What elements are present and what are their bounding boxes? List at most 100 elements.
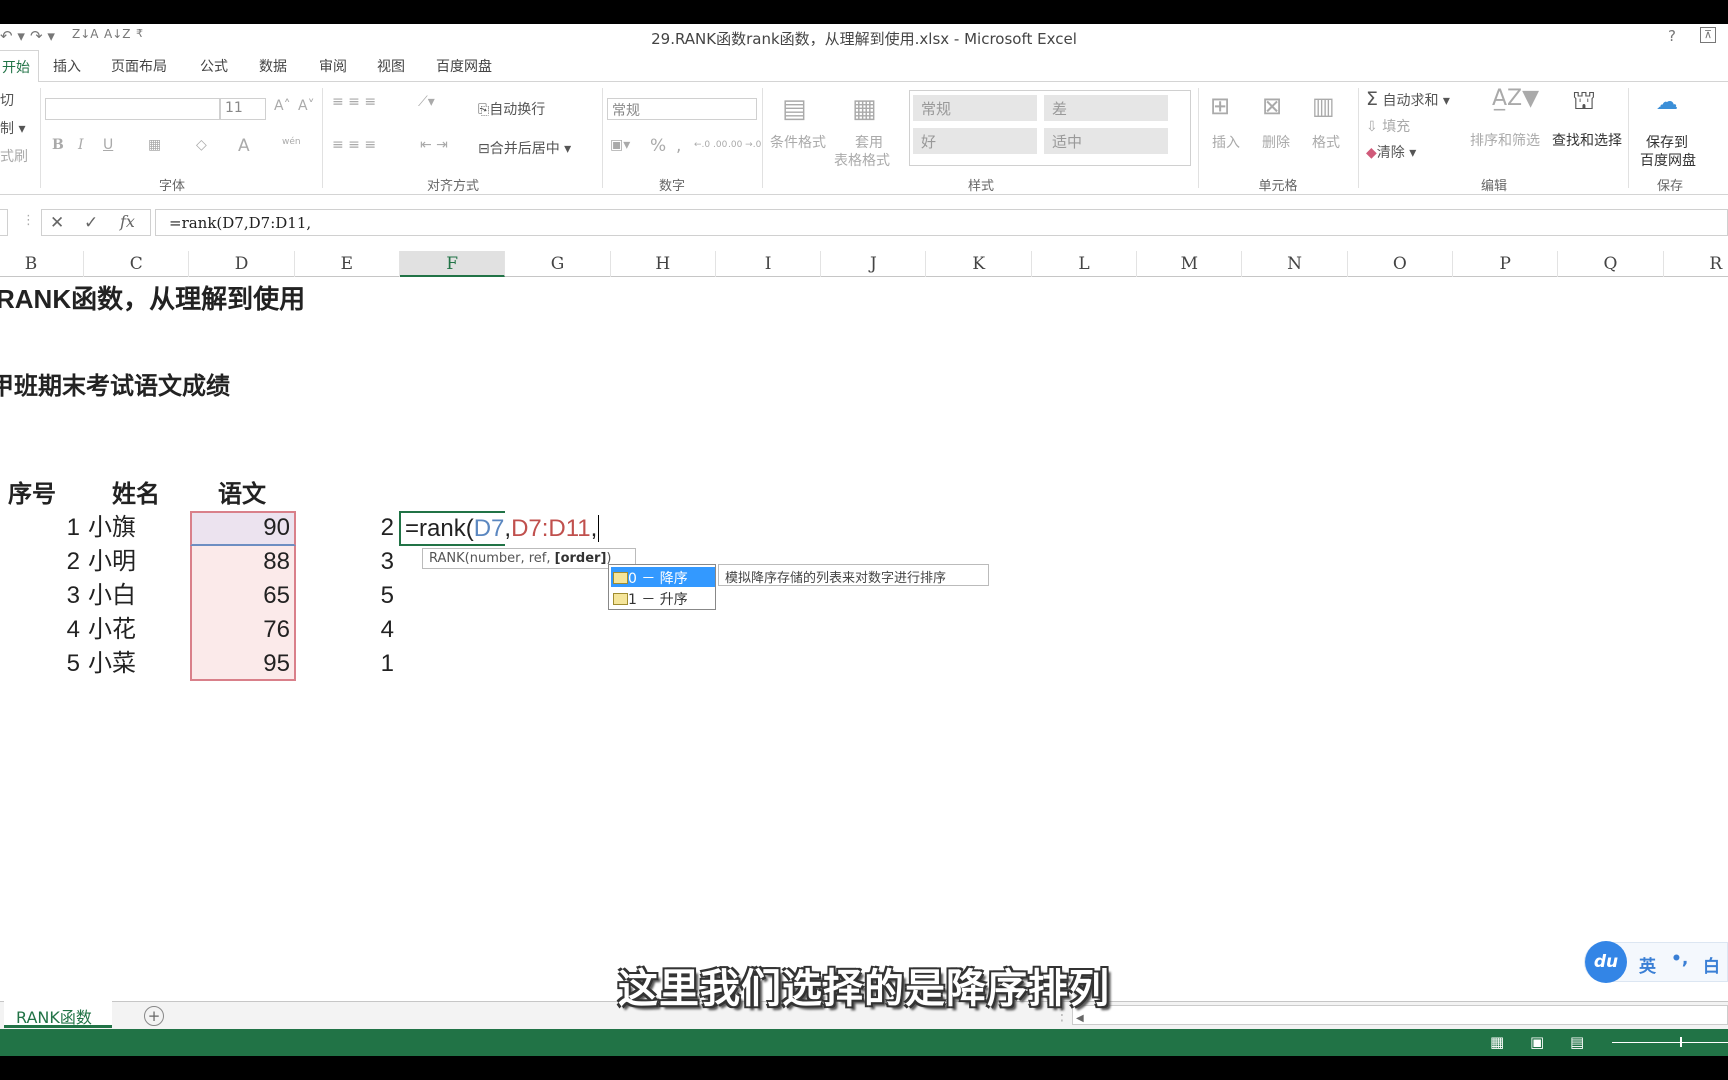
format-painter-button[interactable]: 式刷: [0, 146, 28, 166]
style-neutral[interactable]: 适中: [1044, 128, 1168, 154]
align-top-icon[interactable]: ≡ ≡ ≡: [332, 94, 376, 110]
cell-rank[interactable]: 1: [300, 647, 394, 681]
cell-editor[interactable]: =rank(D7,D7:D11,: [405, 512, 600, 546]
conditional-format-button[interactable]: 条件格式: [770, 132, 826, 152]
style-good[interactable]: 好: [913, 128, 1037, 154]
formula-input[interactable]: =rank(D7,D7:D11,: [155, 209, 1728, 236]
autocomplete-option-descending[interactable]: 0 － 降序: [611, 567, 715, 587]
ribbon-display-button[interactable]: ⊼: [1700, 27, 1716, 43]
shrink-font-button[interactable]: A˅: [298, 98, 315, 114]
cut-button[interactable]: 切: [0, 90, 14, 110]
cell-index[interactable]: 2: [0, 545, 80, 579]
insert-function-icon[interactable]: fx: [120, 212, 135, 231]
accounting-format-icon[interactable]: ▣▾: [610, 137, 630, 153]
percent-button[interactable]: %: [650, 136, 666, 156]
find-select-button[interactable]: 查找和选择: [1552, 130, 1622, 150]
cell-name[interactable]: 小旗: [88, 511, 136, 545]
copy-button[interactable]: 制 ▾: [0, 118, 25, 138]
tab-page-layout[interactable]: 页面布局: [111, 56, 167, 76]
style-bad[interactable]: 差: [1044, 95, 1168, 121]
column-header-o[interactable]: O: [1348, 251, 1453, 277]
cell-rank[interactable]: 2: [300, 511, 394, 545]
grow-font-button[interactable]: A˄: [274, 98, 291, 114]
cell-rank[interactable]: 4: [300, 613, 394, 647]
wrap-text-button[interactable]: ⎘自动换行: [478, 99, 545, 119]
sort-filter-button[interactable]: 排序和筛选: [1470, 130, 1540, 150]
bold-button[interactable]: B: [52, 137, 64, 153]
cell-index[interactable]: 4: [0, 613, 80, 647]
decrease-decimal-button[interactable]: .00 →.0: [728, 140, 761, 150]
column-header-f[interactable]: F: [400, 251, 506, 277]
page-layout-view-icon[interactable]: ▣: [1530, 1033, 1544, 1051]
merge-center-button[interactable]: ⊟合并后居中 ▾: [478, 138, 571, 158]
tab-view[interactable]: 视图: [377, 56, 405, 76]
enter-icon[interactable]: ✓: [84, 213, 98, 233]
cell-score[interactable]: 65: [190, 579, 290, 613]
comma-button[interactable]: ,: [676, 136, 681, 156]
cell-rank[interactable]: 5: [300, 579, 394, 613]
tab-insert[interactable]: 插入: [53, 56, 81, 76]
normal-view-icon[interactable]: ▦: [1490, 1033, 1504, 1051]
cell-score[interactable]: 95: [190, 647, 290, 681]
column-header-m[interactable]: M: [1137, 251, 1243, 277]
tab-baidu-netdisk[interactable]: 百度网盘: [436, 56, 492, 76]
cancel-icon[interactable]: ✕: [50, 213, 64, 233]
tab-review[interactable]: 审阅: [319, 56, 347, 76]
tab-formulas[interactable]: 公式: [200, 56, 228, 76]
cell-score[interactable]: 88: [190, 545, 290, 579]
cell-score[interactable]: 90: [190, 511, 290, 545]
column-header-p[interactable]: P: [1453, 251, 1559, 277]
page-break-view-icon[interactable]: ▤: [1570, 1033, 1584, 1051]
column-header-d[interactable]: D: [190, 251, 295, 277]
column-header-i[interactable]: I: [716, 251, 822, 277]
italic-button[interactable]: I: [78, 137, 84, 153]
name-box[interactable]: [0, 209, 8, 236]
resize-handle[interactable]: ⋮: [22, 213, 35, 228]
column-header-q[interactable]: Q: [1559, 251, 1664, 277]
column-header-g[interactable]: G: [506, 251, 611, 277]
borders-icon[interactable]: ▦: [148, 137, 161, 153]
increase-decimal-button[interactable]: ←.0 .00: [694, 140, 727, 150]
format-cells-button[interactable]: 格式: [1312, 132, 1340, 152]
tooltip-current-arg[interactable]: [order]: [555, 551, 607, 566]
cell-score[interactable]: 76: [190, 613, 290, 647]
table-format-button-2[interactable]: 表格格式: [834, 150, 890, 170]
cell-name[interactable]: 小明: [88, 545, 136, 579]
cell-name[interactable]: 小白: [88, 579, 136, 613]
underline-button[interactable]: U: [103, 137, 113, 153]
autocomplete-option-ascending[interactable]: 1 － 升序: [611, 588, 715, 608]
tab-data[interactable]: 数据: [259, 56, 287, 76]
orientation-icon[interactable]: ⟋▾: [418, 94, 435, 110]
phonetic-button[interactable]: wén: [282, 137, 301, 147]
zoom-slider[interactable]: [1612, 1042, 1728, 1043]
clear-button[interactable]: ◆清除 ▾: [1366, 142, 1416, 162]
column-header-l[interactable]: L: [1032, 251, 1137, 277]
delete-cells-button[interactable]: 删除: [1262, 132, 1290, 152]
autosum-button[interactable]: Σ 自动求和 ▾: [1366, 88, 1450, 110]
scroll-left-icon[interactable]: ◀: [1073, 1013, 1084, 1024]
column-header-n[interactable]: N: [1243, 251, 1348, 277]
column-header-k[interactable]: K: [927, 251, 1032, 277]
insert-cells-button[interactable]: 插入: [1212, 132, 1240, 152]
cell-index[interactable]: 1: [0, 511, 80, 545]
cell-index[interactable]: 3: [0, 579, 80, 613]
save-to-netdisk-button-1[interactable]: 保存到: [1646, 132, 1688, 152]
column-header-c[interactable]: C: [84, 251, 190, 277]
zoom-slider-thumb[interactable]: [1680, 1037, 1682, 1047]
font-size-input[interactable]: 11: [220, 98, 266, 120]
font-name-input[interactable]: [45, 98, 220, 120]
table-format-button-1[interactable]: 套用: [855, 132, 883, 152]
tab-home[interactable]: 开始: [0, 50, 39, 83]
help-button[interactable]: ?: [1668, 27, 1676, 45]
fill-color-icon[interactable]: ◇: [196, 137, 207, 153]
fill-button[interactable]: ⇩ 填充: [1366, 116, 1410, 136]
style-normal[interactable]: 常规: [913, 95, 1037, 121]
column-header-j[interactable]: J: [821, 251, 927, 277]
column-header-b[interactable]: B: [0, 251, 84, 277]
column-header-h[interactable]: H: [611, 251, 716, 277]
column-header-r[interactable]: R: [1664, 251, 1728, 277]
column-header-e[interactable]: E: [295, 251, 400, 277]
save-to-netdisk-button-2[interactable]: 百度网盘: [1640, 150, 1696, 170]
cell-rank[interactable]: 3: [300, 545, 394, 579]
number-format-select[interactable]: 常规: [607, 98, 757, 120]
